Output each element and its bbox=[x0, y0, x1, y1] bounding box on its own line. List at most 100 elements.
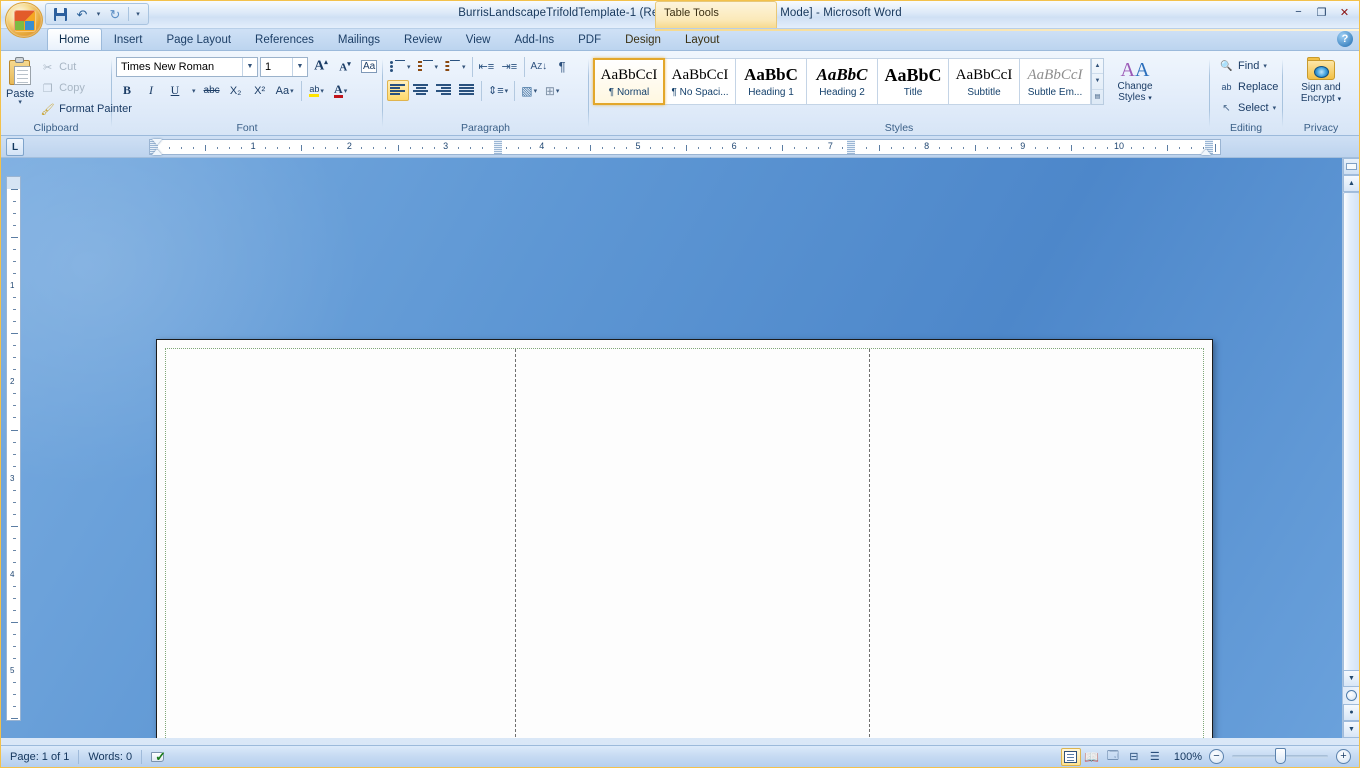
gallery-scroll-up-icon[interactable]: ▲ bbox=[1092, 59, 1103, 74]
line-spacing-button[interactable]: ⇕≡ ▾ bbox=[485, 80, 511, 101]
gallery-scroll-down-icon[interactable]: ▼ bbox=[1092, 74, 1103, 89]
status-page-indicator[interactable]: Page: 1 of 1 bbox=[1, 747, 78, 767]
previous-page-button[interactable] bbox=[1343, 687, 1359, 704]
status-word-count[interactable]: Words: 0 bbox=[79, 747, 141, 767]
subscript-button[interactable]: X₂ bbox=[225, 80, 247, 101]
style-normal[interactable]: AaBbCcI ¶ Normal bbox=[593, 58, 665, 105]
justify-button[interactable] bbox=[456, 80, 478, 101]
styles-gallery-scrollbar[interactable]: ▲ ▼ ▤ bbox=[1091, 58, 1104, 105]
tab-add-ins[interactable]: Add-Ins bbox=[502, 29, 566, 50]
view-full-screen-reading[interactable]: 📖 bbox=[1082, 748, 1102, 766]
tab-view[interactable]: View bbox=[454, 29, 503, 50]
shading-button[interactable]: ▧ ▾ bbox=[518, 80, 540, 101]
select-browse-object-button[interactable]: ● bbox=[1343, 704, 1359, 721]
gallery-more-icon[interactable]: ▤ bbox=[1092, 90, 1103, 104]
change-styles-button[interactable]: AA Change Styles ▾ bbox=[1108, 58, 1162, 104]
scroll-up-button[interactable]: ▲ bbox=[1343, 175, 1359, 192]
chevron-down-icon: ▾ bbox=[1273, 104, 1277, 112]
font-name-combo[interactable]: Times New Roman ▼ bbox=[116, 57, 258, 77]
ruler-column-marker-2[interactable] bbox=[847, 140, 855, 154]
underline-dropdown[interactable]: ▾ bbox=[188, 80, 199, 101]
tab-design[interactable]: Design bbox=[613, 29, 673, 50]
tab-page-layout[interactable]: Page Layout bbox=[154, 29, 243, 50]
style-title[interactable]: AaBbC Title bbox=[877, 58, 949, 105]
view-outline[interactable]: ⊟ bbox=[1124, 748, 1144, 766]
tab-insert[interactable]: Insert bbox=[102, 29, 155, 50]
tab-references[interactable]: References bbox=[243, 29, 326, 50]
increase-indent-icon: ⇥≡ bbox=[502, 60, 518, 73]
zoom-in-button[interactable]: + bbox=[1336, 749, 1351, 764]
next-page-button[interactable]: ▼ bbox=[1343, 721, 1359, 738]
proofing-status-button[interactable]: ✓ bbox=[142, 747, 176, 767]
office-logo-icon bbox=[14, 10, 36, 32]
paste-icon bbox=[7, 57, 34, 87]
style-no-spacing[interactable]: AaBbCcI ¶ No Spaci... bbox=[664, 58, 736, 105]
scrollbar-thumb[interactable] bbox=[1343, 192, 1359, 682]
increase-indent-button[interactable]: ⇥≡ bbox=[499, 56, 521, 77]
tab-pdf[interactable]: PDF bbox=[566, 29, 613, 50]
office-button[interactable] bbox=[5, 2, 43, 38]
ruler-column-marker-1[interactable] bbox=[494, 140, 502, 154]
view-draft[interactable]: ☰ bbox=[1145, 748, 1165, 766]
ruler-tick bbox=[241, 147, 242, 149]
highlight-button[interactable]: ab ▾ bbox=[306, 80, 328, 101]
zoom-slider-thumb[interactable] bbox=[1275, 748, 1286, 764]
zoom-out-button[interactable]: − bbox=[1209, 749, 1224, 764]
align-left-button[interactable] bbox=[387, 80, 409, 101]
tab-mailings[interactable]: Mailings bbox=[326, 29, 392, 50]
select-button[interactable]: ↖ Select ▾ bbox=[1214, 98, 1281, 118]
style-subtitle[interactable]: AaBbCcI Subtitle bbox=[948, 58, 1020, 105]
italic-button[interactable]: I bbox=[140, 80, 162, 101]
horizontal-ruler[interactable]: 12345678910 bbox=[149, 139, 1221, 155]
underline-button[interactable]: U bbox=[164, 80, 186, 101]
zoom-slider[interactable] bbox=[1232, 755, 1328, 758]
strikethrough-button[interactable]: abc bbox=[201, 80, 223, 101]
style-heading-2[interactable]: AaBbC Heading 2 bbox=[806, 58, 878, 105]
help-icon[interactable]: ? bbox=[1337, 31, 1353, 47]
view-web-layout[interactable]: 🗔 bbox=[1103, 748, 1123, 766]
borders-button[interactable]: ⊞ ▾ bbox=[541, 80, 563, 101]
minimize-button[interactable]: − bbox=[1288, 4, 1309, 20]
style-subtle-emphasis[interactable]: AaBbCcI Subtle Em... bbox=[1019, 58, 1091, 105]
tab-layout[interactable]: Layout bbox=[673, 29, 732, 50]
font-color-button[interactable]: A ▾ bbox=[330, 80, 352, 101]
chevron-down-icon[interactable]: ▼ bbox=[292, 58, 307, 76]
numbering-button[interactable]: ▾ bbox=[415, 56, 442, 77]
show-marks-button[interactable]: ¶ bbox=[551, 56, 573, 77]
sort-button[interactable]: AZ↓ bbox=[528, 56, 551, 77]
tab-review[interactable]: Review bbox=[392, 29, 454, 50]
vertical-ruler[interactable]: 12345 bbox=[6, 176, 21, 721]
maximize-button[interactable]: ❐ bbox=[1311, 4, 1332, 20]
zoom-level[interactable]: 100% bbox=[1174, 751, 1202, 763]
font-size-combo[interactable]: 1 ▼ bbox=[260, 57, 308, 77]
multilevel-list-button[interactable]: ▾ bbox=[442, 56, 469, 77]
hanging-indent-marker[interactable] bbox=[152, 149, 162, 155]
view-print-layout[interactable] bbox=[1061, 748, 1081, 766]
paste-button[interactable]: Paste ▾ bbox=[5, 54, 35, 107]
clear-formatting-button[interactable]: Aa bbox=[358, 56, 380, 77]
document-page[interactable]: www.heritagechristiancollege.com bbox=[156, 339, 1213, 738]
vertical-scrollbar[interactable]: ▲ ▼ ● ▼ bbox=[1342, 158, 1359, 738]
right-indent-marker[interactable] bbox=[1201, 149, 1211, 155]
style-heading-1[interactable]: AaBbC Heading 1 bbox=[735, 58, 807, 105]
ruler-tick bbox=[710, 147, 711, 149]
decrease-indent-button[interactable]: ⇤≡ bbox=[476, 56, 498, 77]
superscript-button[interactable]: X² bbox=[249, 80, 271, 101]
align-right-button[interactable] bbox=[433, 80, 455, 101]
align-center-button[interactable] bbox=[410, 80, 432, 101]
scroll-down-button[interactable]: ▼ bbox=[1343, 670, 1359, 687]
bullets-button[interactable]: ▾ bbox=[387, 56, 414, 77]
split-window-handle[interactable] bbox=[1343, 158, 1359, 175]
tab-stop-selector[interactable]: L bbox=[6, 138, 24, 156]
chevron-down-icon[interactable]: ▼ bbox=[242, 58, 257, 76]
close-button[interactable]: ✕ bbox=[1334, 4, 1355, 20]
sign-and-encrypt-button[interactable]: Sign and Encrypt ▾ bbox=[1287, 54, 1355, 105]
change-case-button[interactable]: Aa ▾ bbox=[273, 80, 297, 101]
bold-button[interactable]: B bbox=[116, 80, 138, 101]
find-button[interactable]: 🔍 Find ▾ bbox=[1214, 56, 1272, 76]
grow-font-button[interactable]: A▴ bbox=[310, 56, 332, 77]
tab-home[interactable]: Home bbox=[47, 28, 102, 50]
shrink-font-button[interactable]: A▾ bbox=[334, 56, 356, 77]
first-line-indent-marker[interactable] bbox=[152, 139, 162, 145]
replace-button[interactable]: ab Replace bbox=[1214, 77, 1283, 97]
